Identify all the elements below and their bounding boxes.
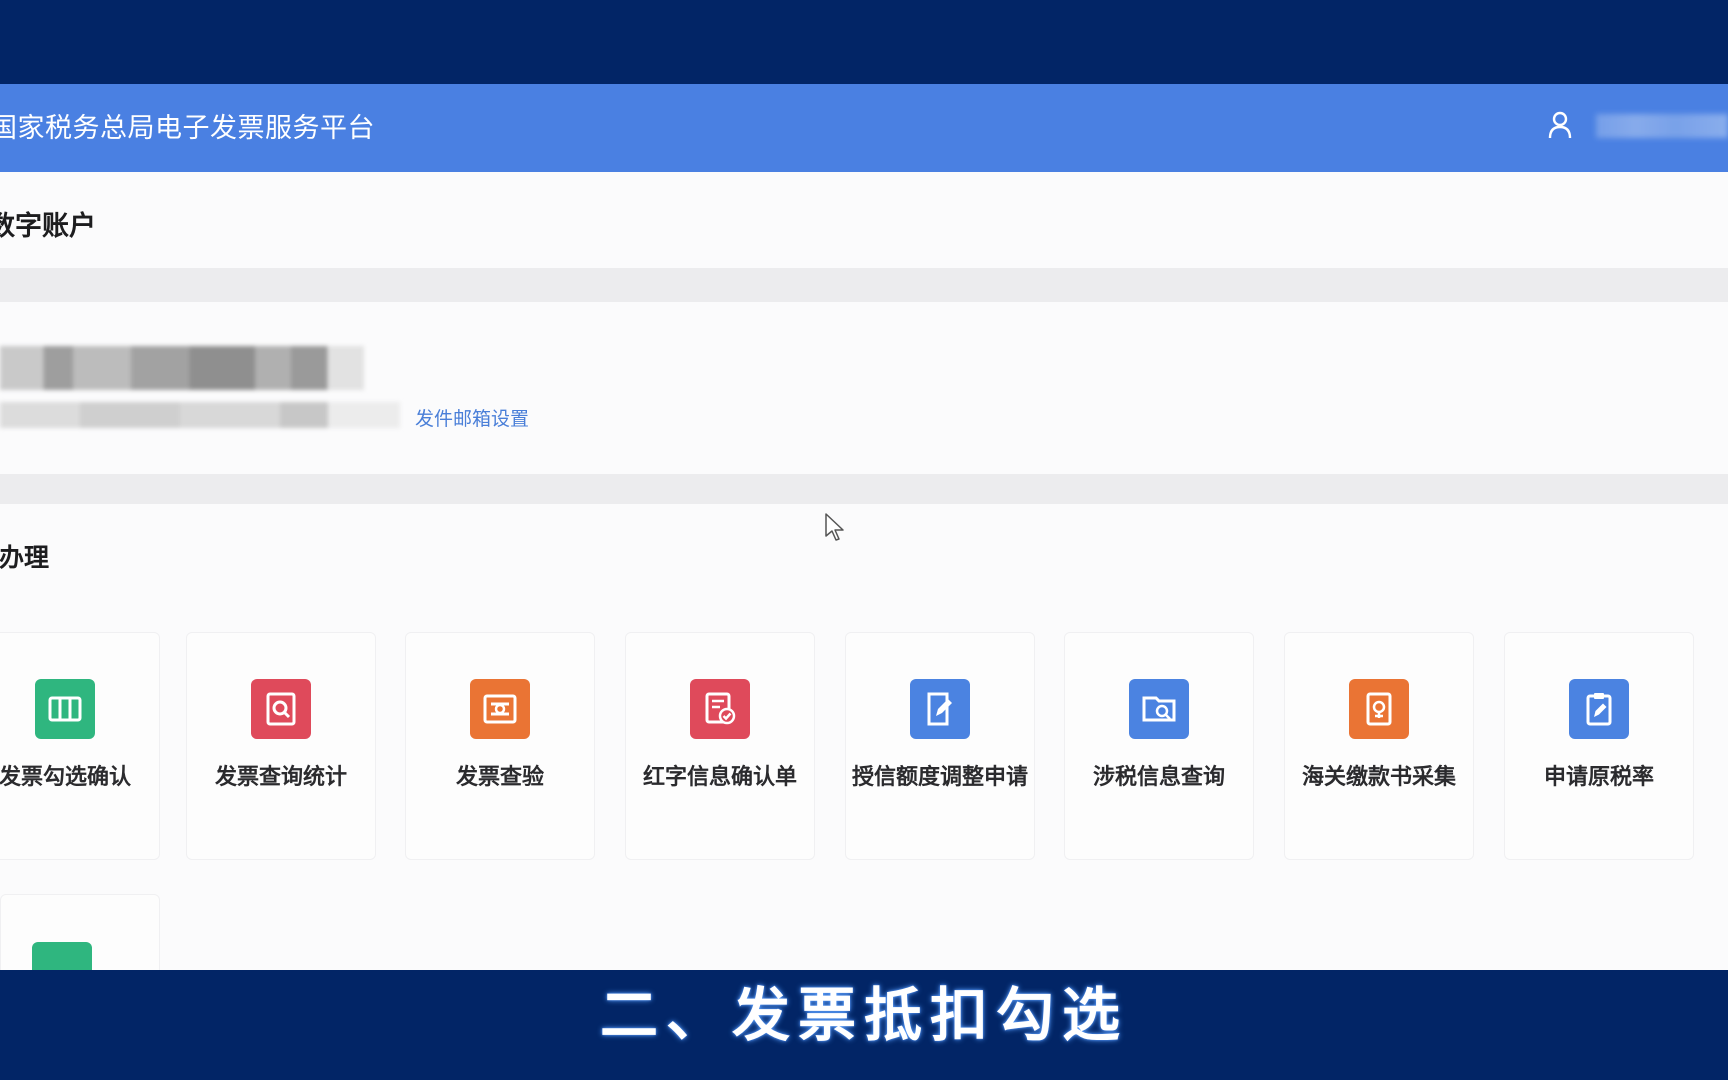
redacted-email [0, 402, 400, 428]
invoice-check-icon [470, 679, 530, 739]
redacted-company-name [0, 346, 364, 390]
service-card-invoice-query[interactable]: 发票查询统计 [186, 632, 376, 860]
service-card-label: 海关缴款书采集 [1301, 765, 1456, 790]
service-card-label: 发票查验 [455, 765, 544, 790]
ticket-icon [32, 942, 92, 970]
service-card-invoice-selection[interactable]: 发票勾选确认 [0, 632, 160, 860]
service-card-tax-info-query[interactable]: 涉税信息查询 [1064, 632, 1254, 860]
platform-title: 国家税务总局电子发票服务平台 [0, 113, 375, 144]
search-document-icon [251, 679, 311, 739]
services-section-title: 务办理 [0, 543, 50, 572]
top-header-bar: 国家税务总局电子发票服务平台 [0, 84, 1728, 172]
account-section-title: 数字账户 [0, 211, 96, 242]
section-divider [0, 474, 1728, 504]
service-card-original-tax-rate[interactable]: 申请原税率 [1504, 632, 1694, 860]
service-card-red-letter-confirmation[interactable]: 红字信息确认单 [625, 632, 815, 860]
service-card-label: 涉税信息查询 [1092, 765, 1225, 790]
service-card-customs-receipt[interactable]: 海关缴款书采集 [1284, 632, 1474, 860]
edit-document-icon [910, 679, 970, 739]
service-card-label: 发票勾选确认 [0, 765, 131, 790]
customs-receipt-icon [1349, 679, 1409, 739]
service-card-label: 发票查询统计 [214, 765, 347, 790]
service-card-label: 申请原税率 [1543, 765, 1654, 790]
user-icon[interactable] [1546, 110, 1574, 140]
service-card-credit-adjustment[interactable]: 授信额度调整申请 [845, 632, 1035, 860]
video-caption: 二、发票抵扣勾选 [599, 981, 1128, 1049]
clipboard-edit-icon [1569, 679, 1629, 739]
service-card-label: 红字信息确认单 [642, 765, 797, 790]
email-settings-link[interactable]: 发件邮箱设置 [415, 404, 529, 431]
document-check-icon [690, 679, 750, 739]
ticket-icon [35, 679, 95, 739]
folder-search-icon [1129, 679, 1189, 739]
app-screen: 国家税务总局电子发票服务平台 数字账户 发件邮箱设置 务办理 发票勾选确认 发票… [0, 84, 1728, 970]
mouse-cursor-icon [825, 513, 844, 541]
user-name-redacted[interactable] [1596, 114, 1728, 138]
section-divider [0, 268, 1728, 302]
service-card-label: 授信额度调整申请 [852, 765, 1029, 790]
service-card-invoice-check[interactable]: 发票查验 [405, 632, 595, 860]
